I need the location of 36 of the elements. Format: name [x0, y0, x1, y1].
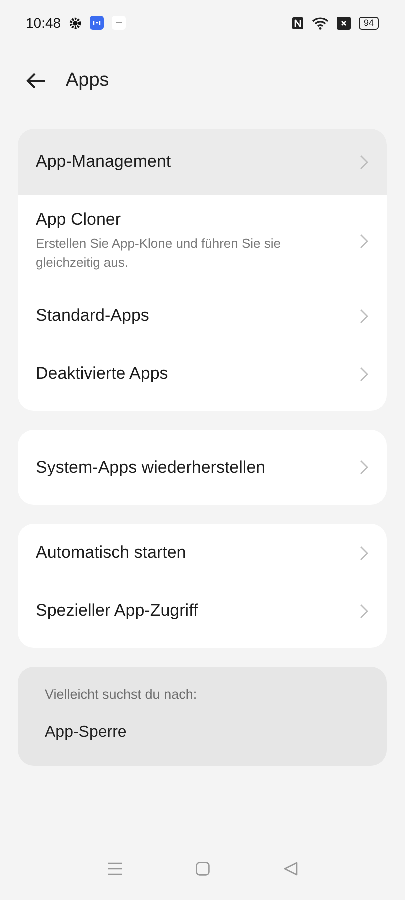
chevron-icon [360, 546, 369, 560]
chevron-icon [360, 308, 369, 324]
status-time: 10:48 [26, 15, 62, 31]
chevron-icon [360, 460, 369, 475]
settings-item[interactable]: Spezieller App-Zugriff [18, 582, 387, 640]
item-label: Spezieller App-Zugriff [36, 601, 200, 621]
item-label: App Cloner [36, 210, 122, 230]
gear-icon [69, 16, 82, 30]
chevron-icon [360, 366, 369, 382]
wifi-icon [312, 16, 329, 30]
settings-item[interactable]: Standard-Apps [18, 287, 387, 345]
item-label: System-Apps wiederherstellen [36, 458, 267, 478]
item-label: App-Management [36, 152, 172, 172]
item-label: Automatisch starten [36, 543, 188, 563]
settings-item[interactable]: Deaktivierte Apps [18, 345, 387, 403]
home-icon[interactable] [196, 862, 210, 876]
back-icon[interactable] [284, 862, 298, 876]
settings-item[interactable]: App Cloner Erstellen Sie App-Klone und führen Sie sie gleichzeitig aus. [18, 195, 387, 287]
suggestion-link[interactable]: App-Sperre [45, 724, 360, 742]
chevron-icon [360, 604, 369, 618]
settings-item[interactable]: App-Management [18, 129, 387, 195]
nfc-icon [292, 16, 304, 30]
settings-item[interactable]: System-Apps wiederherstellen [18, 430, 387, 505]
chevron-icon [360, 154, 369, 170]
battery-level: 94 [358, 16, 379, 30]
menu-icon[interactable] [106, 862, 123, 876]
more-notifications-icon [112, 16, 126, 30]
sim-icon [336, 16, 351, 30]
item-description: Erstellen Sie App-Klone und führen Sie sie gleichzeitig aus. [36, 235, 282, 272]
suggestion-heading: Vielleicht suchst du nach: [45, 687, 198, 702]
chevron-icon [360, 234, 369, 248]
item-label: Deaktivierte Apps [36, 364, 170, 384]
page-title: Apps [66, 70, 110, 92]
settings-item[interactable]: Automatisch starten [18, 524, 387, 582]
item-label: Standard-Apps [36, 306, 150, 326]
app-notification-icon [90, 16, 104, 30]
